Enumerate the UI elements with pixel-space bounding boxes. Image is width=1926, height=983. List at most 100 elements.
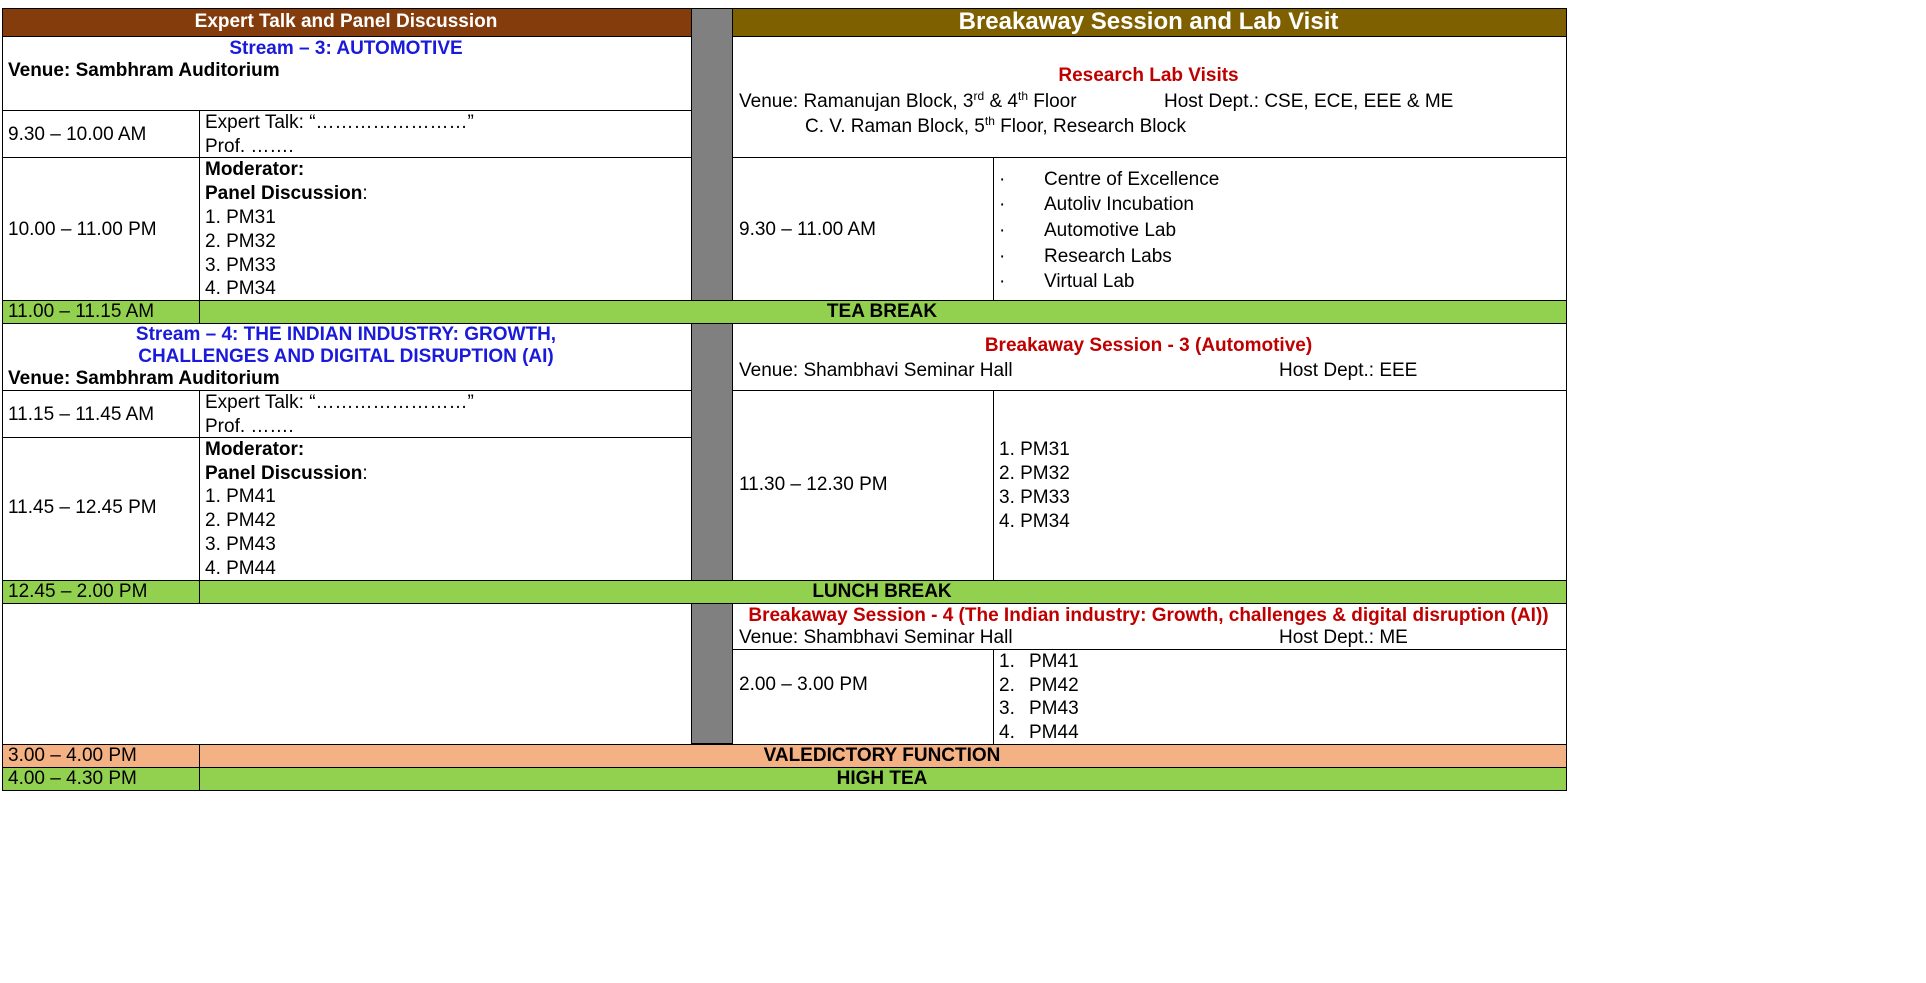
stream3-panel-colon: :	[362, 183, 368, 204]
stream3-panel-time-cell: 10.00 – 11.00 PM	[2, 157, 200, 301]
stream4-panel-time: 11.45 – 12.45 PM	[8, 497, 157, 518]
lab-venue-text: C. V. Raman Block, 5	[805, 116, 985, 137]
stream4-panel-label: Panel Discussion	[205, 463, 363, 484]
session4-venue: Venue: Shambhavi Seminar Hall	[739, 627, 1013, 648]
session4-time-cell: 2.00 – 3.00 PM	[732, 649, 994, 745]
session4-title: Breakaway Session - 4 (The Indian indust…	[748, 605, 1549, 626]
lab-item: Virtual Lab	[1044, 271, 1135, 292]
stream3-venue: Venue: Sambhram Auditorium	[8, 60, 280, 81]
stream4-panel-cell: Moderator: Panel Discussion: 1. PM41 2. …	[199, 437, 692, 581]
session4-item-number: 3.	[999, 698, 1015, 719]
stream3-panel-time: 10.00 – 11.00 PM	[8, 219, 157, 240]
valedictory-label: VALEDICTORY FUNCTION	[763, 745, 1001, 766]
stream3-talk-time: 9.30 – 10.00 AM	[8, 124, 147, 145]
lab-venue-text: Floor, Research Block	[994, 116, 1187, 137]
session3-item: 3. PM33	[999, 487, 1070, 508]
lab-venue-sup: th	[1017, 89, 1028, 103]
lab-visits-title: Research Lab Visits	[1058, 65, 1239, 86]
session3-venue: Venue: Shambhavi Seminar Hall	[739, 360, 1013, 381]
stream3-header: Stream – 3: AUTOMOTIVE Venue: Sambhram A…	[2, 36, 692, 111]
bullet-icon: ·	[999, 169, 1006, 190]
stream4-panelist: 4. PM44	[205, 558, 276, 579]
session4-items-cell: 1. PM41 2. PM42 3. PM43 4. PM44	[993, 649, 1567, 745]
divider-column	[691, 8, 733, 744]
tea-break-label: TEA BREAK	[826, 301, 938, 322]
stream3-talk-cell: Expert Talk: “……………………” Prof. …….	[199, 110, 692, 158]
stream4-panel-time-cell: 11.45 – 12.45 PM	[2, 437, 200, 581]
stream3-panelist: 1. PM31	[205, 207, 276, 228]
stream4-title-line1: Stream – 4: THE INDIAN INDUSTRY: GROWTH,	[135, 324, 557, 345]
session4-header: Breakaway Session - 4 (The Indian indust…	[732, 603, 1567, 650]
lab-item: Automotive Lab	[1044, 220, 1177, 241]
session4-time: 2.00 – 3.00 PM	[739, 674, 868, 695]
lab-visits-time-cell: 9.30 – 11.00 AM	[732, 157, 994, 301]
session4-host: Host Dept.: ME	[1279, 627, 1408, 648]
lab-venue-sup: th	[984, 114, 995, 128]
session4-item: PM43	[1029, 698, 1079, 719]
stream4-panelist: 3. PM43	[205, 534, 276, 555]
stream4-moderator: Moderator:	[205, 439, 305, 460]
bullet-icon: ·	[999, 246, 1006, 267]
valedictory-time: 3.00 – 4.00 PM	[8, 745, 137, 766]
high-tea-label: HIGH TEA	[836, 768, 928, 789]
left-header-title: Expert Talk and Panel Discussion	[194, 11, 498, 32]
stream4-panelist: 2. PM42	[205, 510, 276, 531]
tea-break-time: 11.00 – 11.15 AM	[8, 301, 155, 322]
empty-left-block	[2, 603, 692, 745]
stream4-talk-time-cell: 11.15 – 11.45 AM	[2, 390, 200, 438]
session3-item: 2. PM32	[999, 463, 1070, 484]
high-tea-time-cell: 4.00 – 4.30 PM	[2, 767, 200, 791]
session3-items-cell: 1. PM31 2. PM32 3. PM33 4. PM34	[993, 390, 1567, 581]
stream3-panel-label-line: Panel Discussion:	[205, 182, 368, 206]
right-header-title: Breakaway Session and Lab Visit	[958, 8, 1339, 35]
stream4-title-line2: CHALLENGES AND DIGITAL DISRUPTION (AI)	[138, 346, 554, 367]
session4-item: PM42	[1029, 675, 1079, 696]
session3-item: 4. PM34	[999, 511, 1070, 532]
session3-host: Host Dept.: EEE	[1279, 360, 1418, 381]
session4-item-number: 1.	[999, 651, 1015, 672]
stream4-talk-prof: Prof. …….	[205, 416, 294, 437]
stream4-panelist: 1. PM41	[205, 486, 276, 507]
lab-visits-time: 9.30 – 11.00 AM	[739, 219, 876, 240]
lunch-break-cell: LUNCH BREAK	[199, 580, 1567, 604]
stream3-panel-label: Panel Discussion	[205, 183, 363, 204]
stream4-header: Stream – 4: THE INDIAN INDUSTRY: GROWTH,…	[2, 323, 692, 391]
stream4-panel-label-line: Panel Discussion:	[205, 462, 368, 486]
lab-visits-host: Host Dept.: CSE, ECE, EEE & ME	[1164, 91, 1454, 112]
stream3-moderator: Moderator:	[205, 159, 305, 180]
bullet-icon: ·	[999, 220, 1006, 241]
valedictory-cell: VALEDICTORY FUNCTION	[199, 744, 1567, 768]
lab-visits-venue-line2: C. V. Raman Block, 5th Floor, Research B…	[805, 115, 1186, 139]
session3-item: 1. PM31	[999, 439, 1070, 460]
lab-visits-header: Research Lab Visits Venue: Ramanujan Blo…	[732, 36, 1567, 158]
stream3-panelist: 3. PM33	[205, 255, 276, 276]
stream3-title: Stream – 3: AUTOMOTIVE	[229, 38, 463, 59]
lab-item: Research Labs	[1044, 246, 1172, 267]
schedule-table: Expert Talk and Panel Discussion Breakaw…	[0, 0, 1568, 792]
session3-time: 11.30 – 12.30 PM	[739, 474, 888, 495]
stream4-talk-cell: Expert Talk: “……………………” Prof. …….	[199, 390, 692, 438]
lunch-break-time-cell: 12.45 – 2.00 PM	[2, 580, 200, 604]
bullet-icon: ·	[999, 194, 1006, 215]
stream3-panelist: 2. PM32	[205, 231, 276, 252]
stream3-panel-cell: Moderator: Panel Discussion: 1. PM31 2. …	[199, 157, 692, 301]
stream3-talk-time-cell: 9.30 – 10.00 AM	[2, 110, 200, 158]
stream4-talk-time: 11.15 – 11.45 AM	[8, 404, 155, 425]
high-tea-cell: HIGH TEA	[199, 767, 1567, 791]
stream3-panelist: 4. PM34	[205, 278, 276, 299]
lab-venue-text: & 4	[984, 91, 1018, 112]
session3-header: Breakaway Session - 3 (Automotive) Venue…	[732, 323, 1567, 391]
session3-title: Breakaway Session - 3 (Automotive)	[984, 335, 1313, 356]
stream4-talk-title: Expert Talk: “……………………”	[205, 392, 474, 413]
lunch-break-time: 12.45 – 2.00 PM	[8, 581, 148, 602]
lab-item: Centre of Excellence	[1044, 169, 1220, 190]
lab-venue-sup: rd	[973, 89, 985, 103]
session4-item: PM44	[1029, 722, 1079, 743]
tea-break-cell: TEA BREAK	[199, 300, 1567, 324]
lab-item: Autoliv Incubation	[1044, 194, 1194, 215]
valedictory-time-cell: 3.00 – 4.00 PM	[2, 744, 200, 768]
lab-visits-venue: Venue: Ramanujan Block, 3rd & 4th Floor	[739, 90, 1077, 114]
session3-time-cell: 11.30 – 12.30 PM	[732, 390, 994, 581]
session4-item: PM41	[1029, 651, 1079, 672]
session4-item-number: 4.	[999, 722, 1015, 743]
